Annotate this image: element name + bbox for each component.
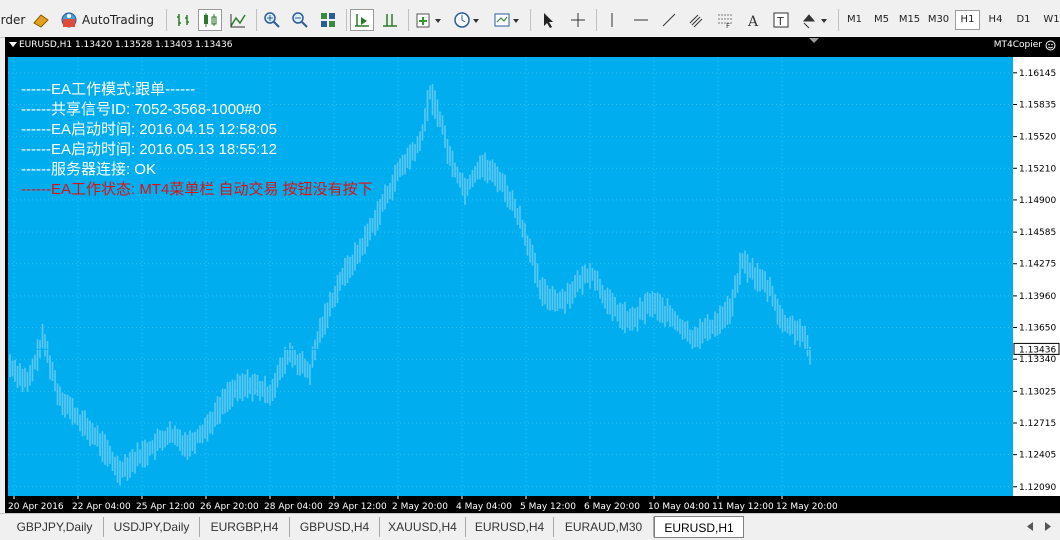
info-line-status-warning: ------EA工作状态: MT4菜单栏 自动交易 按钮没有按下 xyxy=(21,181,373,198)
svg-text:A: A xyxy=(747,14,759,29)
periods-dropdown[interactable] xyxy=(450,9,484,31)
text-label-icon[interactable]: T xyxy=(770,9,792,31)
time-tick-label: 6 May 20:00 xyxy=(584,502,640,512)
price-tick-label: 1.14900 xyxy=(1019,196,1056,206)
timeframe-m30[interactable]: M30 xyxy=(926,10,951,30)
price-tick-label: 1.13960 xyxy=(1019,292,1056,302)
info-line-signal-id: ------共享信号ID: 7052-3568-1000#0 xyxy=(21,101,262,118)
price-tick-label: 1.15520 xyxy=(1019,133,1056,143)
main-toolbar: rder AutoTrading F A T M1 M5 M15 M30 H1 … xyxy=(0,0,1060,38)
chart-tab[interactable]: EURAUD,M30 xyxy=(554,517,654,537)
timeframe-d1[interactable]: D1 xyxy=(1011,10,1036,30)
timeframe-w1[interactable]: W1 xyxy=(1039,10,1060,30)
cursor-icon[interactable] xyxy=(536,9,560,31)
fibonacci-icon[interactable]: F xyxy=(714,9,736,31)
chart-window: EURUSD,H1 1.13420 1.13528 1.13403 1.1343… xyxy=(5,37,1060,513)
autotrading-button[interactable]: AutoTrading xyxy=(58,9,156,31)
price-tick-label: 1.13025 xyxy=(1019,387,1056,397)
timeframe-h1[interactable]: H1 xyxy=(955,10,980,30)
chart-symbol-ohlc: EURUSD,H1 1.13420 1.13528 1.13403 1.1343… xyxy=(19,40,233,50)
chart-tab[interactable]: GBPUSD,H4 xyxy=(290,517,380,537)
chart-shift-icon[interactable] xyxy=(378,9,402,31)
candlestick-chart-icon[interactable] xyxy=(198,9,222,31)
chart-tab[interactable]: EURUSD,H1 xyxy=(654,516,744,538)
chart-tab[interactable]: EURUSD,H4 xyxy=(466,517,554,537)
time-tick-label: 25 Apr 12:00 xyxy=(136,502,195,512)
info-line-server-connection: ------服务器连接: OK xyxy=(21,161,156,178)
metaeditor-icon[interactable] xyxy=(30,9,52,31)
timeframe-h4[interactable]: H4 xyxy=(983,10,1008,30)
chart-tab[interactable]: XAUUSD,H4 xyxy=(380,517,466,537)
info-line-start-time-2: ------EA启动时间: 2016.05.13 18:55:12 xyxy=(21,141,277,158)
indicator-smiley-icon xyxy=(1045,40,1056,51)
zoom-in-icon[interactable] xyxy=(260,9,284,31)
vertical-line-icon[interactable] xyxy=(602,9,622,31)
current-price-label: 1.13436 xyxy=(1019,345,1056,355)
chart-plot-area[interactable]: ------EA工作模式:跟单------ ------共享信号ID: 7052… xyxy=(8,57,1013,496)
time-tick-label: 22 Apr 04:00 xyxy=(72,502,131,512)
price-axis: 1.16145 1.15835 1.15520 1.15210 1.14900 1.145… xyxy=(1013,57,1060,496)
time-tick-label: 12 May 20:00 xyxy=(776,502,838,512)
chart-tab[interactable]: USDJPY,Daily xyxy=(104,517,200,537)
zoom-out-icon[interactable] xyxy=(288,9,312,31)
bar-chart-icon[interactable] xyxy=(172,9,196,31)
price-tick-label: 1.12405 xyxy=(1019,451,1056,461)
price-tick-label: 1.12715 xyxy=(1019,419,1056,429)
price-tick-label: 1.14585 xyxy=(1019,228,1056,238)
price-tick-label: 1.13650 xyxy=(1019,324,1056,334)
time-axis: 20 Apr 2016 22 Apr 04:00 25 Apr 12:00 26 Ap… xyxy=(5,496,1060,513)
timeframe-m1[interactable]: M1 xyxy=(842,10,867,30)
timeframe-m15[interactable]: M15 xyxy=(897,10,922,30)
time-tick-label: 26 Apr 20:00 xyxy=(200,502,259,512)
indicator-label: MT4Copier xyxy=(993,40,1042,50)
tab-scroll-right-icon[interactable] xyxy=(1044,522,1052,531)
time-tick-label: 28 Apr 04:00 xyxy=(264,502,323,512)
arrows-dropdown[interactable] xyxy=(798,9,832,31)
info-line-mode: ------EA工作模式:跟单------ xyxy=(21,81,196,98)
svg-text:T: T xyxy=(776,15,784,28)
tile-windows-icon[interactable] xyxy=(316,9,340,31)
info-line-start-time-1: ------EA启动时间: 2016.04.15 12:58:05 xyxy=(21,121,277,138)
time-tick-label: 10 May 04:00 xyxy=(648,502,710,512)
price-tick-label: 1.16145 xyxy=(1019,69,1056,79)
price-tick-label: 1.14275 xyxy=(1019,260,1056,270)
price-tick-label: 1.12090 xyxy=(1019,483,1056,493)
chart-menu-arrow-icon[interactable] xyxy=(9,42,17,48)
templates-dropdown[interactable] xyxy=(490,9,524,31)
price-tick-label: 1.15210 xyxy=(1019,164,1056,174)
chart-tab[interactable]: GBPJPY,Daily xyxy=(6,517,104,537)
price-tick-label: 1.15835 xyxy=(1019,100,1056,110)
auto-scroll-icon[interactable] xyxy=(350,9,374,31)
chart-tab[interactable]: EURGBP,H4 xyxy=(200,517,290,537)
timeframe-m5[interactable]: M5 xyxy=(869,10,894,30)
text-tool-icon[interactable]: A xyxy=(742,9,764,31)
time-tick-label: 29 Apr 12:00 xyxy=(328,502,387,512)
price-tick-label: 1.13340 xyxy=(1019,355,1056,365)
svg-text:F: F xyxy=(726,22,730,29)
chart-header: EURUSD,H1 1.13420 1.13528 1.13403 1.1343… xyxy=(5,37,1060,54)
indicators-dropdown[interactable] xyxy=(412,9,446,31)
trendline-icon[interactable] xyxy=(658,9,680,31)
equidistant-channel-icon[interactable] xyxy=(686,9,708,31)
autotrading-icon xyxy=(61,12,77,28)
horizontal-line-icon[interactable] xyxy=(630,9,652,31)
crosshair-icon[interactable] xyxy=(566,9,590,31)
time-tick-label: 5 May 12:00 xyxy=(520,502,576,512)
time-tick-label: 20 Apr 2016 xyxy=(8,502,64,512)
time-tick-label: 11 May 12:00 xyxy=(712,502,774,512)
chart-shift-marker-icon[interactable] xyxy=(809,38,819,44)
line-chart-icon[interactable] xyxy=(226,9,250,31)
time-tick-label: 4 May 04:00 xyxy=(456,502,512,512)
chart-tabs-bar: GBPJPY,Daily USDJPY,Daily EURGBP,H4 GBPUSD,… xyxy=(0,513,1060,540)
time-tick-label: 2 May 20:00 xyxy=(392,502,448,512)
autotrading-label: AutoTrading xyxy=(82,13,154,27)
new-order-label: rder xyxy=(0,13,26,27)
new-order-button[interactable]: rder xyxy=(0,9,26,31)
tab-scroll-left-icon[interactable] xyxy=(1026,522,1034,531)
